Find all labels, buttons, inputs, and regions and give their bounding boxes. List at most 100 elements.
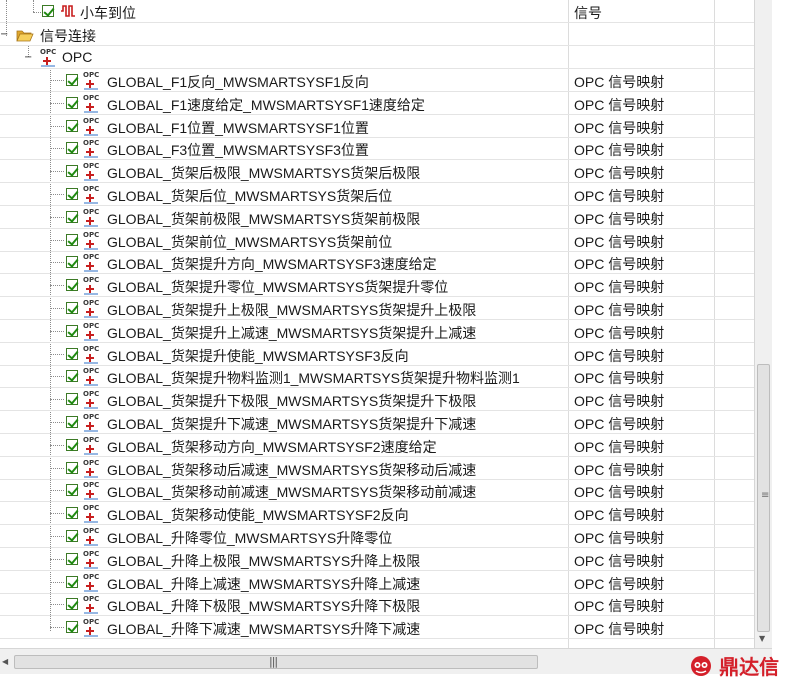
checked-checkbox-icon[interactable] (66, 553, 78, 565)
opc-item-row[interactable]: OPC GLOBAL_货架移动使能_MWSMARTSYSF2反向 OPC 信号映射 (0, 502, 754, 525)
opc-item-row[interactable]: OPC GLOBAL_货架提升上减速_MWSMARTSYS货架提升上减速 OPC 信… (0, 320, 754, 343)
opc-item-label: GLOBAL_升降零位_MWSMARTSYS升降零位 (107, 530, 393, 546)
opc-item-row[interactable]: OPC GLOBAL_货架提升下减速_MWSMARTSYS货架提升下减速 OPC 信… (0, 411, 754, 434)
signal-tree-view[interactable]: 小车到位 信号 − 信号连接 − OPC OPC OPC GLOBAL_F1反向_… (0, 0, 754, 648)
opc-signal-icon: OPC (83, 550, 99, 569)
svg-text:OPC: OPC (83, 231, 99, 239)
opc-item-label: GLOBAL_货架移动后减速_MWSMARTSYS货架移动后减速 (107, 462, 477, 478)
opc-item-row[interactable]: OPC GLOBAL_F1位置_MWSMARTSYSF1位置 OPC 信号映射 (0, 115, 754, 138)
checked-checkbox-icon[interactable] (66, 507, 78, 519)
svg-text:OPC: OPC (83, 276, 99, 284)
opc-item-row[interactable]: OPC GLOBAL_F3位置_MWSMARTSYSF3位置 OPC 信号映射 (0, 137, 754, 160)
opc-signal-icon: OPC (83, 162, 99, 181)
opc-item-row[interactable]: OPC GLOBAL_升降下减速_MWSMARTSYS升降下减速 OPC 信号映射 (0, 616, 754, 639)
checked-checkbox-icon[interactable] (66, 142, 78, 154)
horizontal-scrollbar[interactable]: ◀ ||| (0, 648, 772, 674)
opc-item-row[interactable]: OPC GLOBAL_货架后位_MWSMARTSYS货架后位 OPC 信号映射 (0, 183, 754, 206)
checked-checkbox-icon[interactable] (66, 576, 78, 588)
opc-item-type: OPC 信号映射 (574, 165, 665, 181)
opc-item-row[interactable]: OPC GLOBAL_F1反向_MWSMARTSYSF1反向 OPC 信号映射 (0, 69, 754, 92)
opc-item-row[interactable]: OPC GLOBAL_升降上减速_MWSMARTSYS升降上减速 OPC 信号映射 (0, 571, 754, 594)
checked-checkbox-icon[interactable] (66, 416, 78, 428)
opc-item-row[interactable]: OPC GLOBAL_货架后极限_MWSMARTSYS货架后极限 OPC 信号映射 (0, 160, 754, 183)
collapse-icon[interactable]: − (24, 53, 33, 63)
tree-row-top-node[interactable]: 小车到位 信号 (0, 0, 754, 23)
checked-checkbox-icon[interactable] (66, 370, 78, 382)
checked-checkbox-icon[interactable] (66, 393, 78, 405)
checked-checkbox-icon[interactable] (66, 165, 78, 177)
opc-item-row[interactable]: OPC GLOBAL_升降零位_MWSMARTSYS升降零位 OPC 信号映射 (0, 525, 754, 548)
tree-connector-line (50, 513, 64, 514)
watermark-logo-icon (691, 655, 711, 676)
checked-checkbox-icon[interactable] (66, 484, 78, 496)
checked-checkbox-icon[interactable] (66, 74, 78, 86)
opc-item-type: OPC 信号映射 (574, 97, 665, 113)
opc-item-row[interactable]: OPC GLOBAL_货架提升上极限_MWSMARTSYS货架提升上极限 OPC 信… (0, 297, 754, 320)
opc-item-row[interactable]: OPC GLOBAL_货架前极限_MWSMARTSYS货架前极限 OPC 信号映射 (0, 206, 754, 229)
opc-item-label: GLOBAL_货架移动前减速_MWSMARTSYS货架移动前减速 (107, 484, 477, 500)
checked-checkbox-icon[interactable] (66, 211, 78, 223)
opc-item-row[interactable]: OPC GLOBAL_升降下极限_MWSMARTSYS升降下极限 OPC 信号映射 (0, 593, 754, 616)
opc-item-row[interactable]: OPC GLOBAL_货架提升方向_MWSMARTSYSF3速度给定 OPC 信号映… (0, 251, 754, 274)
checked-checkbox-icon[interactable] (66, 234, 78, 246)
checked-checkbox-icon[interactable] (66, 348, 78, 360)
svg-text:OPC: OPC (40, 48, 56, 56)
horizontal-scroll-thumb[interactable]: ||| (14, 655, 538, 669)
grip-icon: ||| (269, 655, 278, 668)
checked-checkbox-icon[interactable] (66, 97, 78, 109)
watermark-text: 鼎达信 (719, 655, 780, 679)
opc-item-label: GLOBAL_货架后位_MWSMARTSYS货架后位 (107, 188, 393, 204)
checked-checkbox-icon[interactable] (66, 120, 78, 132)
grip-icon: ≡ (761, 490, 770, 501)
opc-signal-icon: OPC (83, 527, 99, 546)
svg-text:OPC: OPC (83, 185, 99, 193)
checked-checkbox-icon[interactable] (66, 325, 78, 337)
opc-item-type: OPC 信号映射 (574, 598, 665, 614)
opc-signal-icon: OPC (83, 94, 99, 113)
tree-connector-line (50, 445, 64, 446)
checked-checkbox-icon[interactable] (66, 439, 78, 451)
opc-item-row[interactable]: OPC GLOBAL_货架移动方向_MWSMARTSYSF2速度给定 OPC 信号映… (0, 434, 754, 457)
vertical-scroll-thumb[interactable]: ≡ (757, 364, 770, 632)
checked-checkbox-icon[interactable] (66, 621, 78, 633)
checked-checkbox-icon[interactable] (42, 5, 54, 17)
tree-row-group-node[interactable]: − 信号连接 (0, 23, 754, 46)
checked-checkbox-icon[interactable] (66, 530, 78, 542)
opc-item-row[interactable]: OPC GLOBAL_货架提升物料监测1_MWSMARTSYS货架提升物料监测1 O… (0, 365, 754, 388)
opc-item-label: GLOBAL_货架提升物料监测1_MWSMARTSYS货架提升物料监测1 (107, 370, 520, 386)
tree-row-opc-node[interactable]: − OPC OPC (0, 46, 754, 69)
opc-signal-icon: OPC (83, 185, 99, 204)
svg-text:OPC: OPC (83, 527, 99, 535)
checked-checkbox-icon[interactable] (66, 256, 78, 268)
opc-item-row[interactable]: OPC GLOBAL_升降上极限_MWSMARTSYS升降上极限 OPC 信号映射 (0, 548, 754, 571)
checked-checkbox-icon[interactable] (66, 598, 78, 610)
scroll-left-arrow-icon[interactable]: ◀ (2, 657, 8, 666)
checked-checkbox-icon[interactable] (66, 279, 78, 291)
opc-item-row[interactable]: OPC GLOBAL_货架提升下极限_MWSMARTSYS货架提升下极限 OPC 信… (0, 388, 754, 411)
opc-item-type: OPC 信号映射 (574, 416, 665, 432)
opc-item-label: GLOBAL_货架提升上极限_MWSMARTSYS货架提升上极限 (107, 302, 477, 318)
collapse-icon[interactable]: − (0, 30, 9, 40)
opc-item-label: GLOBAL_货架提升方向_MWSMARTSYSF3速度给定 (107, 256, 437, 272)
opc-item-row[interactable]: OPC GLOBAL_货架移动前减速_MWSMARTSYS货架移动前减速 OPC 信… (0, 479, 754, 502)
opc-item-row[interactable]: OPC GLOBAL_货架提升使能_MWSMARTSYSF3反向 OPC 信号映射 (0, 343, 754, 366)
opc-item-label: GLOBAL_F1反向_MWSMARTSYSF1反向 (107, 74, 369, 90)
opc-item-row[interactable]: OPC GLOBAL_F1速度给定_MWSMARTSYSF1速度给定 OPC 信号映… (0, 92, 754, 115)
opc-signal-icon: OPC (83, 390, 99, 409)
svg-text:OPC: OPC (83, 390, 99, 398)
tree-connector-line (50, 80, 64, 81)
opc-item-row[interactable]: OPC GLOBAL_货架前位_MWSMARTSYS货架前位 OPC 信号映射 (0, 229, 754, 252)
opc-item-type: OPC 信号映射 (574, 74, 665, 90)
checked-checkbox-icon[interactable] (66, 188, 78, 200)
tree-connector-line (50, 536, 64, 537)
scroll-down-arrow-icon[interactable]: ▼ (759, 634, 765, 643)
opc-item-row[interactable]: OPC GLOBAL_货架移动后减速_MWSMARTSYS货架移动后减速 OPC 信… (0, 457, 754, 480)
opc-signal-icon: OPC (83, 504, 99, 523)
tree-connector-line (50, 262, 64, 263)
svg-text:OPC: OPC (83, 71, 99, 79)
vertical-scrollbar[interactable]: ≡ ▼ (754, 0, 772, 648)
checked-checkbox-icon[interactable] (66, 462, 78, 474)
checked-checkbox-icon[interactable] (66, 302, 78, 314)
svg-text:OPC: OPC (83, 595, 99, 603)
opc-item-row[interactable]: OPC GLOBAL_货架提升零位_MWSMARTSYS货架提升零位 OPC 信号映… (0, 274, 754, 297)
